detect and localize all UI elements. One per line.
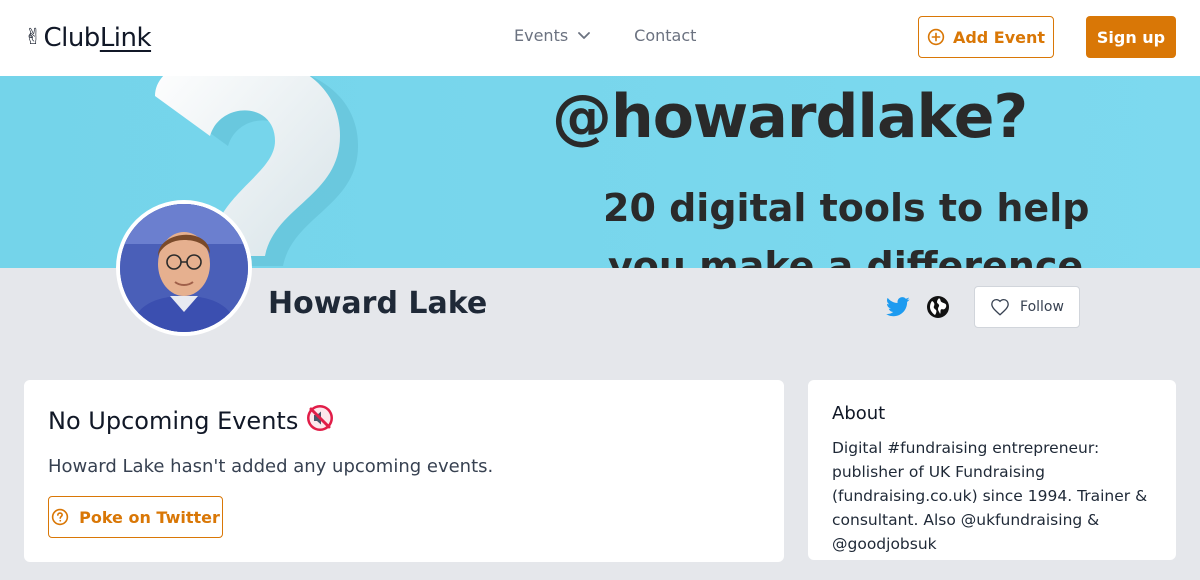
logo-text-link: Link [99,23,152,53]
events-title-text: No Upcoming Events [48,407,299,435]
poke-label: Poke on Twitter [79,507,220,527]
banner-headline: @howardlake? [552,82,1028,152]
about-bio-text: Digital #fundraising entrepreneur: publi… [832,439,1148,553]
about-title: About [832,403,886,424]
signup-label: Sign up [1096,27,1166,47]
follow-label: Follow [1020,299,1064,315]
add-event-label: Add Event [952,27,1046,47]
profile-name: Howard Lake [268,286,488,321]
signup-button[interactable]: Sign up [1086,16,1176,58]
nav-contact-link[interactable]: Contact [634,26,696,45]
upcoming-events-card: No Upcoming Events Howard Lake hasn't ad… [24,380,784,562]
events-card-message: Howard Lake hasn't added any upcoming ev… [48,456,494,477]
main-nav: Events Contact [514,26,696,45]
nav-events-label: Events [514,26,569,45]
logo-text-club: Club [43,23,100,53]
follow-button[interactable]: Follow [974,286,1080,328]
chevron-down-icon [578,31,591,39]
events-card-title: No Upcoming Events [48,404,334,438]
twitter-icon[interactable] [886,296,910,318]
plus-circle-icon [927,28,945,46]
question-circle-icon [51,508,69,526]
about-card: About Digital #fundraising entrepreneur:… [808,380,1176,560]
avatar-portrait [120,204,248,332]
top-navbar: ✌ Club Link Events Contact Add Event Sig… [0,0,1200,76]
globe-icon[interactable] [926,295,950,319]
add-event-button[interactable]: Add Event [918,16,1054,58]
poke-on-twitter-button[interactable]: Poke on Twitter [48,496,223,538]
peace-hand-icon: ✌ [24,25,43,50]
nav-events-dropdown[interactable]: Events [514,26,591,45]
banner-subheadline-2: you make a difference [608,244,1084,268]
muted-speaker-icon [306,404,334,438]
banner-subheadline: 20 digital tools to help [603,186,1090,230]
profile-avatar [116,200,252,336]
clublink-logo[interactable]: ✌ Club Link [24,20,152,56]
heart-icon [991,298,1009,316]
